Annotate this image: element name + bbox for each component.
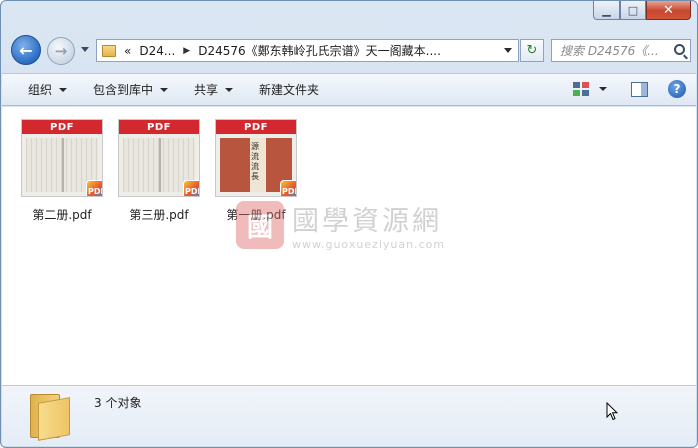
forward-button[interactable]: → bbox=[47, 37, 75, 65]
file-list[interactable]: PDF PDF 第二册.pdf PDF PDF 第三册.pdf PDF PDF … bbox=[2, 107, 696, 385]
explorer-window: ▁ □ ✕ ← → « D24... ▶ D24576《鄭东韩岭孔氏宗谱》天一阁… bbox=[0, 0, 698, 448]
watermark-chinese: 國學資源網 bbox=[292, 206, 442, 237]
close-button[interactable]: ✕ bbox=[646, 1, 691, 20]
search-icon[interactable] bbox=[674, 44, 685, 55]
watermark: 國 國學資源網 www.guoxueziyuan.com bbox=[236, 199, 445, 251]
pdf-banner: PDF bbox=[119, 120, 199, 134]
search-placeholder: 搜索 D24576《... bbox=[560, 44, 659, 58]
file-name[interactable]: 第三册.pdf bbox=[129, 206, 188, 223]
breadcrumb-current[interactable]: D24576《鄭东韩岭孔氏宗谱》天一阁藏本.... bbox=[198, 42, 441, 59]
watermark-url: www.guoxueziyuan.com bbox=[292, 238, 446, 251]
pdf-thumbnail: PDF PDF bbox=[118, 119, 200, 197]
back-button[interactable]: ← bbox=[11, 35, 41, 65]
forward-arrow-icon: → bbox=[54, 42, 68, 60]
chevron-down-icon bbox=[160, 87, 169, 92]
file-item[interactable]: PDF PDF 第二册.pdf bbox=[16, 119, 108, 223]
pdf-thumbnail: PDF PDF bbox=[215, 119, 297, 197]
pdf-thumbnail: PDF PDF bbox=[21, 119, 103, 197]
include-in-library-menu[interactable]: 包含到库中 bbox=[93, 81, 169, 98]
file-item[interactable]: PDF PDF 第三册.pdf bbox=[113, 119, 205, 223]
minimize-button[interactable]: ▁ bbox=[593, 1, 620, 20]
organize-label: 组织 bbox=[28, 83, 53, 97]
preview-pane-icon[interactable] bbox=[631, 81, 648, 97]
search-input[interactable]: 搜索 D24576《... bbox=[551, 39, 691, 62]
view-options-dropdown-icon[interactable] bbox=[599, 87, 607, 91]
pdf-file-icon: PDF bbox=[183, 180, 199, 196]
pdf-banner: PDF bbox=[22, 120, 102, 134]
chevron-down-icon bbox=[225, 87, 234, 92]
organize-menu[interactable]: 组织 bbox=[28, 81, 68, 98]
chevron-down-icon bbox=[59, 87, 68, 92]
new-folder-button[interactable]: 新建文件夹 bbox=[259, 81, 319, 98]
maximize-button[interactable]: □ bbox=[620, 1, 646, 20]
share-menu[interactable]: 共享 bbox=[194, 81, 234, 98]
command-bar-right: ? bbox=[573, 80, 686, 98]
breadcrumb-segment[interactable]: D24... bbox=[139, 44, 175, 58]
new-folder-label: 新建文件夹 bbox=[259, 83, 320, 97]
refresh-button[interactable]: ↻ bbox=[520, 39, 544, 62]
caption-buttons: ▁ □ ✕ bbox=[593, 1, 691, 20]
watermark-text: 國學資源網 www.guoxueziyuan.com bbox=[292, 199, 445, 251]
include-in-library-label: 包含到库中 bbox=[93, 83, 154, 97]
address-dropdown-icon[interactable] bbox=[504, 48, 512, 53]
folder-icon bbox=[30, 394, 70, 441]
breadcrumb-separator-icon[interactable]: ▶ bbox=[183, 46, 190, 56]
refresh-icon: ↻ bbox=[526, 43, 538, 58]
address-bar[interactable]: « D24... ▶ D24576《鄭东韩岭孔氏宗谱》天一阁藏本.... bbox=[96, 39, 519, 62]
details-pane: 3 个对象 bbox=[2, 385, 696, 446]
recent-pages-dropdown[interactable] bbox=[81, 47, 89, 52]
pdf-file-icon: PDF bbox=[280, 180, 296, 196]
file-name[interactable]: 第二册.pdf bbox=[32, 206, 91, 223]
pdf-banner: PDF bbox=[216, 120, 296, 134]
change-view-icon[interactable] bbox=[573, 82, 589, 96]
command-bar: 组织 包含到库中 共享 新建文件夹 ? bbox=[2, 73, 696, 106]
watermark-logo: 國 bbox=[236, 201, 284, 249]
navigation-row: ← → « D24... ▶ D24576《鄭东韩岭孔氏宗谱》天一阁藏本....… bbox=[1, 33, 697, 67]
pdf-file-icon: PDF bbox=[86, 180, 102, 196]
help-icon[interactable]: ? bbox=[668, 80, 686, 98]
folder-icon bbox=[102, 44, 116, 57]
share-label: 共享 bbox=[194, 83, 219, 97]
back-arrow-icon: ← bbox=[19, 40, 33, 60]
breadcrumb-overflow[interactable]: « bbox=[124, 44, 131, 58]
item-count: 3 个对象 bbox=[94, 396, 142, 410]
